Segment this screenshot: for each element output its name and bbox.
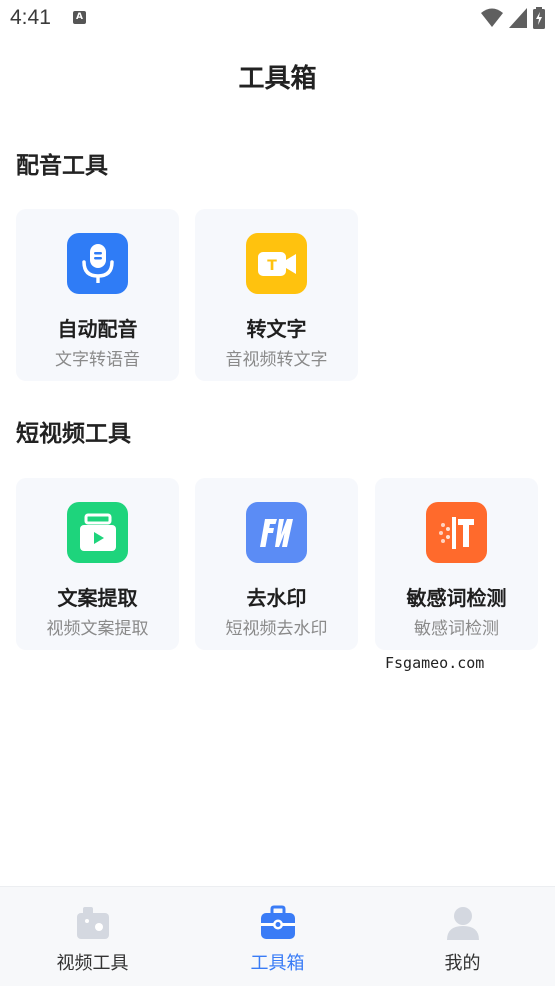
nav-item-profile[interactable]: 我的 — [370, 887, 555, 986]
wifi-icon — [481, 8, 503, 27]
nav-label: 工具箱 — [250, 953, 305, 974]
card-copy-extract[interactable]: 文案提取 视频文案提取 — [16, 478, 179, 650]
card-auto-dubbing[interactable]: 自动配音 文字转语音 — [16, 209, 179, 381]
notification-icon: A — [73, 11, 86, 24]
card-subtitle: 音视频转文字 — [225, 350, 328, 370]
video-to-text-icon: T — [246, 233, 307, 294]
toolbox-icon — [261, 905, 295, 939]
card-subtitle: 视频文案提取 — [46, 619, 149, 639]
status-bar: 4:41 A — [0, 0, 555, 38]
nav-label: 我的 — [444, 953, 481, 974]
watermark-text: Fsgameo.com — [385, 654, 485, 672]
card-subtitle: 敏感词检测 — [414, 619, 499, 639]
card-title: 自动配音 — [57, 317, 138, 341]
card-title: 敏感词检测 — [406, 586, 507, 610]
profile-icon — [447, 907, 479, 940]
bottom-nav: 视频工具 工具箱 我的 — [0, 886, 555, 986]
page-title: 工具箱 — [238, 64, 317, 94]
svg-text:T: T — [267, 258, 277, 274]
nav-item-video-tools[interactable]: 视频工具 — [0, 887, 185, 986]
play-document-icon — [67, 502, 128, 563]
status-time: 4:41 — [10, 6, 51, 29]
card-to-text[interactable]: T 转文字 音视频转文字 — [195, 209, 358, 381]
battery-icon — [533, 7, 545, 29]
signal-icon — [509, 8, 527, 28]
card-sensitive-word[interactable]: 敏感词检测 敏感词检测 — [375, 478, 538, 650]
card-remove-watermark[interactable]: 去水印 短视频去水印 — [195, 478, 358, 650]
section-title-dubbing: 配音工具 — [16, 153, 108, 179]
sensitive-word-icon — [426, 502, 487, 563]
card-subtitle: 文字转语音 — [55, 350, 140, 370]
section-title-short-video: 短视频工具 — [16, 421, 131, 447]
status-icons — [481, 6, 545, 30]
watermark-remove-icon — [246, 502, 307, 563]
card-title: 去水印 — [246, 586, 307, 610]
card-title: 转文字 — [246, 317, 307, 341]
nav-item-toolbox[interactable]: 工具箱 — [185, 887, 370, 986]
nav-label: 视频工具 — [56, 953, 129, 974]
video-tools-icon — [77, 907, 109, 939]
microphone-icon — [67, 233, 128, 294]
card-title: 文案提取 — [57, 586, 138, 610]
card-subtitle: 短视频去水印 — [225, 619, 328, 639]
